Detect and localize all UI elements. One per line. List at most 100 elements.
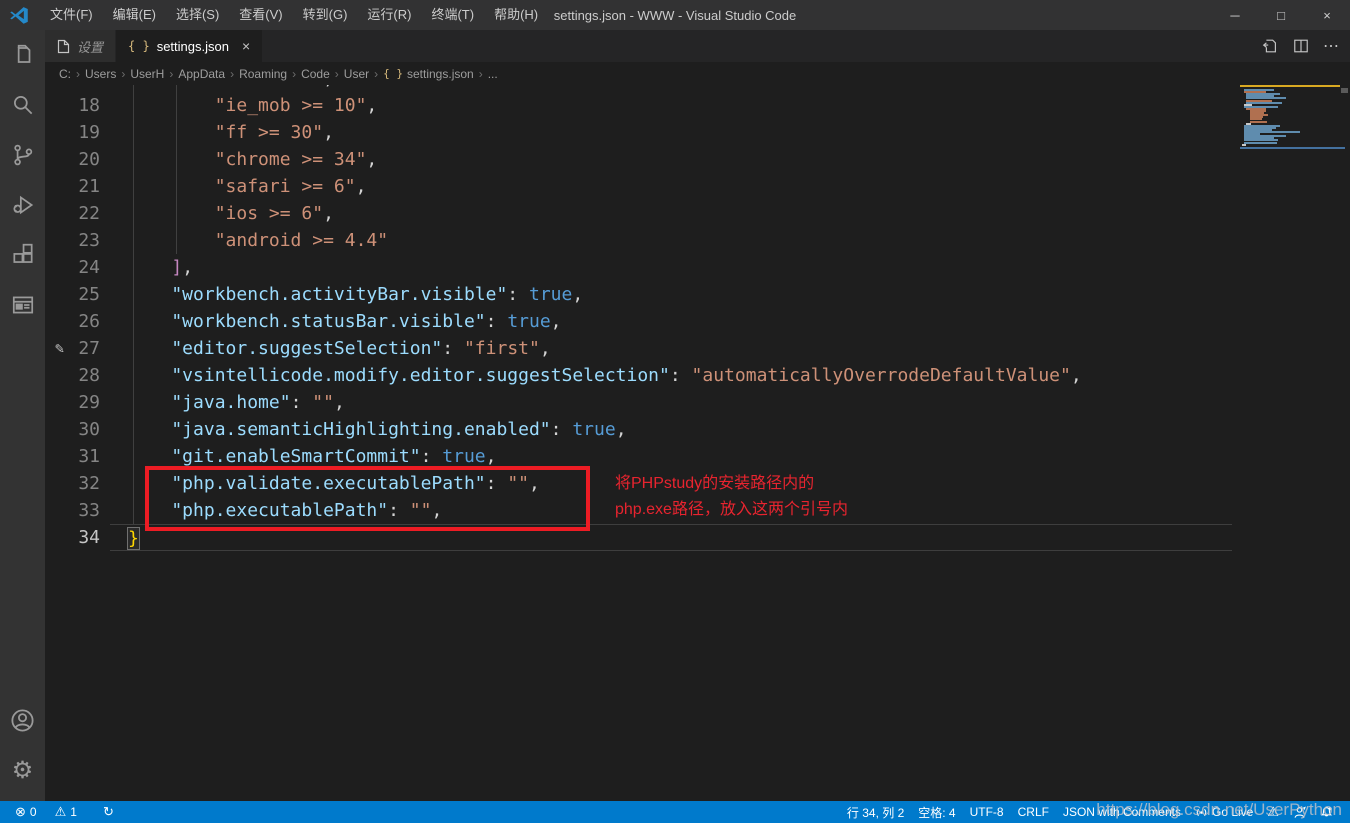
line-number[interactable]: 25 (45, 281, 110, 308)
breadcrumb-item[interactable]: C: (59, 67, 71, 81)
line-number[interactable]: 22 (45, 200, 110, 227)
minimize-button[interactable]: ─ (1212, 0, 1258, 30)
line-number[interactable]: 33 (45, 497, 110, 524)
pencil-icon[interactable]: ✎ (55, 335, 64, 362)
menu-item[interactable]: 帮助(H) (484, 0, 548, 30)
minimap-line (1250, 121, 1267, 123)
code-text: "ios >= 6", (110, 200, 1232, 227)
code-line[interactable]: 22 "ios >= 6", (45, 200, 1350, 227)
line-number[interactable]: 18 (45, 92, 110, 119)
line-number[interactable]: ✎27 (45, 335, 110, 362)
line-number[interactable]: 26 (45, 308, 110, 335)
breadcrumb-item[interactable]: UserH (130, 67, 164, 81)
indent-guide (133, 85, 134, 524)
warning-triangle-icon: ⚠ (55, 801, 67, 823)
tab-settings.json[interactable]: { } settings.json × (116, 30, 263, 62)
tab-设置[interactable]: 设置 (45, 30, 116, 62)
code-line[interactable]: 26 "workbench.statusBar.visible": true, (45, 308, 1350, 335)
editor-tab-bar: 设置 { } settings.json × ⋯ (45, 30, 1350, 62)
breadcrumb-item[interactable]: Roaming (239, 67, 287, 81)
status-item[interactable]: UTF-8 (963, 801, 1011, 823)
activity-browser-preview[interactable] (0, 280, 45, 330)
json-braces-icon: { } (128, 39, 150, 53)
line-number[interactable]: 30 (45, 416, 110, 443)
minimap-line (1242, 144, 1246, 146)
breadcrumb-separator: › (374, 67, 378, 81)
maximize-button[interactable]: □ (1258, 0, 1304, 30)
line-number[interactable]: 28 (45, 362, 110, 389)
menu-item[interactable]: 查看(V) (229, 0, 292, 30)
activity-accounts[interactable] (0, 695, 45, 745)
line-number[interactable]: 29 (45, 389, 110, 416)
tab-close-icon[interactable]: × (242, 38, 250, 54)
code-text: "ie_mob >= 10", (110, 92, 1232, 119)
status-item[interactable]: 行 34, 列 2 (840, 801, 911, 823)
activity-source-control[interactable] (0, 130, 45, 180)
minimap[interactable] (1240, 85, 1340, 153)
menu-item[interactable]: 选择(S) (166, 0, 229, 30)
breadcrumb: C:›Users›UserH›AppData›Roaming›Code›User… (45, 62, 1350, 85)
menu-item[interactable]: 编辑(E) (103, 0, 166, 30)
breadcrumb-item[interactable]: ... (488, 67, 498, 81)
line-number[interactable]: 21 (45, 173, 110, 200)
code-line[interactable]: 30 "java.semanticHighlighting.enabled": … (45, 416, 1350, 443)
code-line[interactable]: 25 "workbench.activityBar.visible": true… (45, 281, 1350, 308)
status-item[interactable]: CRLF (1011, 801, 1056, 823)
status-item[interactable]: 空格: 4 (911, 801, 962, 823)
breadcrumb-item[interactable]: AppData (178, 67, 225, 81)
menu-item[interactable]: 文件(F) (40, 0, 103, 30)
open-settings-ui-button[interactable] (1261, 37, 1279, 55)
indent-guide (176, 85, 177, 254)
activity-explorer[interactable] (0, 30, 45, 80)
line-number[interactable]: 17 (45, 85, 110, 92)
menu-item[interactable]: 终端(T) (421, 0, 484, 30)
breadcrumb-item[interactable]: Users (85, 67, 116, 81)
status-item-label: 空格: 4 (918, 804, 955, 821)
breadcrumb-item[interactable]: { } settings.json (383, 67, 474, 81)
source-control-icon (10, 142, 36, 168)
code-line[interactable]: 19 "ff >= 30", (45, 119, 1350, 146)
code-line[interactable]: 17 "ie >= 10", (45, 85, 1350, 92)
split-editor-button[interactable] (1293, 38, 1309, 54)
line-number[interactable]: 23 (45, 227, 110, 254)
menu-item[interactable]: 运行(R) (357, 0, 421, 30)
code-line[interactable]: 28 "vsintellicode.modify.editor.suggestS… (45, 362, 1350, 389)
code-line[interactable]: 24 ], (45, 254, 1350, 281)
activity-run-debug[interactable] (0, 180, 45, 230)
status-item[interactable]: ↻ (88, 801, 121, 823)
activity-search[interactable] (0, 80, 45, 130)
close-button[interactable]: × (1304, 0, 1350, 30)
tab-label: settings.json (157, 39, 229, 54)
breadcrumb-item[interactable]: User (344, 67, 369, 81)
menu-item[interactable]: 转到(G) (293, 0, 358, 30)
activity-bar: ⚙ (0, 30, 45, 801)
activity-extensions[interactable] (0, 230, 45, 280)
line-number[interactable]: 20 (45, 146, 110, 173)
line-number[interactable]: 34 (45, 524, 110, 551)
breadcrumb-separator: › (121, 67, 125, 81)
activity-settings-gear[interactable]: ⚙ (0, 745, 45, 795)
code-text: "java.semanticHighlighting.enabled": tru… (110, 416, 1232, 443)
line-number[interactable]: 32 (45, 470, 110, 497)
json-braces-icon: { } (383, 67, 403, 80)
code-text: "java.home": "", (110, 389, 1232, 416)
breadcrumb-item[interactable]: Code (301, 67, 330, 81)
code-line[interactable]: 18 "ie_mob >= 10", (45, 92, 1350, 119)
editor-pane[interactable]: 17 "ie >= 10",18 "ie_mob >= 10",19 "ff >… (45, 85, 1350, 801)
status-item[interactable]: ⚠1 (48, 801, 84, 823)
minimap-line (1244, 142, 1277, 144)
line-number[interactable]: 31 (45, 443, 110, 470)
line-number[interactable]: 24 (45, 254, 110, 281)
code-line[interactable]: 20 "chrome >= 34", (45, 146, 1350, 173)
more-actions-button[interactable]: ⋯ (1323, 36, 1340, 56)
overview-ruler-marker[interactable] (1341, 88, 1348, 93)
breadcrumb-label: settings.json (407, 67, 474, 81)
code-line[interactable]: 23 "android >= 4.4" (45, 227, 1350, 254)
code-text: "vsintellicode.modify.editor.suggestSele… (110, 362, 1232, 389)
line-number[interactable]: 19 (45, 119, 110, 146)
code-line[interactable]: 21 "safari >= 6", (45, 173, 1350, 200)
code-line[interactable]: ✎27 "editor.suggestSelection": "first", (45, 335, 1350, 362)
code-line[interactable]: 29 "java.home": "", (45, 389, 1350, 416)
code-text: ], (110, 254, 1232, 281)
status-item[interactable]: ⊗0 (8, 801, 44, 823)
